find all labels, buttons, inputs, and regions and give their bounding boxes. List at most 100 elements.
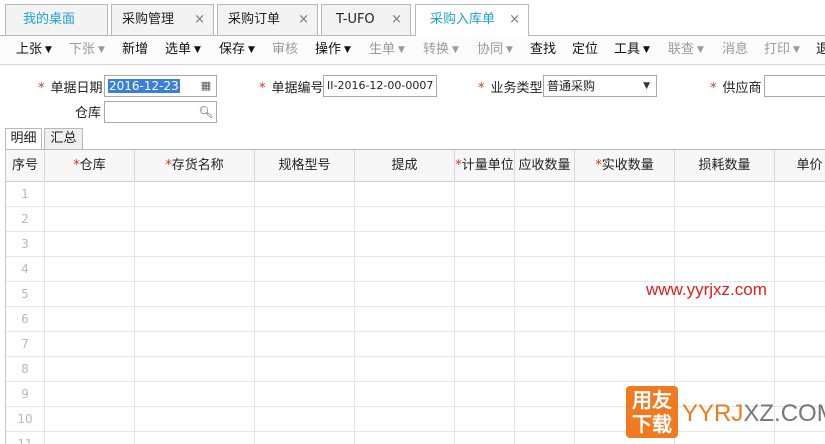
exit-label: 退 bbox=[816, 42, 825, 57]
collaborate-button[interactable]: 协同 ▼ bbox=[477, 36, 513, 64]
column-header-spec[interactable]: 规格型号 bbox=[255, 150, 355, 181]
number-label: * 单据编号 bbox=[259, 77, 324, 96]
number-field[interactable]: II-2016-12-00-0007 bbox=[323, 75, 437, 97]
column-header-label: 实收数量 bbox=[601, 158, 654, 173]
date-label-text: 单据日期 bbox=[50, 81, 103, 96]
close-icon[interactable]: × bbox=[391, 5, 402, 35]
column-header-seq[interactable]: 序号 bbox=[6, 150, 45, 181]
watermark-logo-line1: 用友 bbox=[632, 388, 672, 412]
tab-summary[interactable]: 汇总 bbox=[44, 128, 83, 149]
operate-button[interactable]: 操作 ▼ bbox=[315, 36, 351, 64]
table-row[interactable]: 1 bbox=[6, 182, 825, 207]
watermark-url: www.yyrjxz.com bbox=[646, 280, 767, 299]
column-header-unit[interactable]: *计量单位 bbox=[455, 150, 515, 181]
calendar-icon[interactable]: ▦ bbox=[196, 76, 216, 96]
linked-query-button[interactable]: 联查 ▼ bbox=[668, 36, 704, 64]
chevron-down-icon: ▼ bbox=[452, 45, 459, 55]
watermark-brand-b: XZ.COM bbox=[743, 400, 825, 427]
date-field[interactable]: 2016-12-23 ▦ bbox=[104, 75, 217, 97]
watermark-brand-a: YYRJ bbox=[682, 400, 744, 427]
next-label: 下张 bbox=[69, 42, 96, 57]
message-button[interactable]: 消息 bbox=[722, 36, 748, 64]
column-header-loss-qty[interactable]: 损耗数量 bbox=[675, 150, 775, 181]
prev-button[interactable]: 上张 ▼ bbox=[16, 36, 52, 64]
print-label: 打印 bbox=[764, 42, 791, 57]
print-button[interactable]: 打印 ▼ bbox=[764, 36, 800, 64]
find-button[interactable]: 查找 bbox=[530, 36, 556, 64]
row-number: 8 bbox=[21, 362, 29, 376]
save-label: 保存 bbox=[219, 42, 246, 57]
document-tab-bar: 我的桌面 采购管理 × 采购订单 × T-UFO × 采购入库单 × bbox=[0, 0, 825, 36]
table-row[interactable]: 4 bbox=[6, 257, 825, 282]
row-number: 4 bbox=[21, 262, 29, 276]
tools-button[interactable]: 工具 ▼ bbox=[614, 36, 650, 64]
close-icon[interactable]: × bbox=[509, 5, 520, 35]
operate-label: 操作 bbox=[315, 42, 342, 57]
chevron-down-icon: ▼ bbox=[506, 45, 513, 55]
audit-button[interactable]: 审核 bbox=[272, 36, 298, 64]
tab-label: T-UFO bbox=[336, 12, 375, 27]
new-button[interactable]: 新增 bbox=[122, 36, 148, 64]
column-header-received-qty[interactable]: *实收数量 bbox=[575, 150, 675, 181]
column-header-expected-qty[interactable]: 应收数量 bbox=[515, 150, 575, 181]
select-order-button[interactable]: 选单 ▼ bbox=[165, 36, 201, 64]
table-row[interactable]: 11 bbox=[6, 432, 825, 444]
table-row[interactable]: 3 bbox=[6, 232, 825, 257]
row-number: 1 bbox=[21, 187, 29, 201]
column-header-item-name[interactable]: *存货名称 bbox=[135, 150, 255, 181]
dropdown-arrow-icon[interactable]: ▼ bbox=[643, 76, 650, 96]
table-row[interactable]: 7 bbox=[6, 332, 825, 357]
linked-query-label: 联查 bbox=[668, 42, 695, 57]
toolbar: 上张 ▼ 下张 ▼ 新增 选单 ▼ 保存 ▼ 审核 操作 ▼ 生单 ▼ 转换 ▼ 协同 ▼ 查找… bbox=[0, 36, 825, 65]
tab-purchase-management[interactable]: 采购管理 × bbox=[111, 4, 214, 35]
column-header-warehouse[interactable]: *仓库 bbox=[45, 150, 135, 181]
chevron-down-icon: ▼ bbox=[98, 45, 105, 55]
tab-t-ufo[interactable]: T-UFO × bbox=[321, 4, 411, 35]
table-row[interactable]: 8 bbox=[6, 357, 825, 382]
tab-detail[interactable]: 明细 bbox=[5, 128, 42, 150]
table-row[interactable]: 2 bbox=[6, 207, 825, 232]
grid-header: 序号 *仓库 *存货名称 规格型号 提成 *计量单位 应收数量 *实收数量 损耗… bbox=[6, 150, 825, 182]
warehouse-label-text: 仓库 bbox=[75, 106, 102, 121]
chevron-down-icon: ▼ bbox=[194, 45, 201, 55]
tab-label: 我的桌面 bbox=[23, 12, 76, 27]
close-icon[interactable]: × bbox=[298, 5, 309, 35]
tab-my-desktop[interactable]: 我的桌面 bbox=[5, 4, 108, 35]
biz-type-select[interactable]: 普通采购 ▼ bbox=[543, 75, 657, 97]
required-marker: * bbox=[478, 81, 485, 96]
table-row[interactable]: 6 bbox=[6, 307, 825, 332]
biz-type-value: 普通采购 bbox=[547, 79, 596, 93]
row-number: 9 bbox=[21, 387, 29, 401]
chevron-down-icon: ▼ bbox=[697, 45, 704, 55]
tab-purchase-receipt[interactable]: 采购入库单 × bbox=[415, 4, 529, 36]
tab-purchase-order[interactable]: 采购订单 × bbox=[217, 4, 318, 35]
column-header-label: 计量单位 bbox=[461, 158, 514, 173]
biz-type-label: * 业务类型 bbox=[478, 77, 543, 96]
warehouse-field[interactable]: 🔍︎ bbox=[104, 101, 217, 123]
prev-label: 上张 bbox=[16, 42, 43, 57]
column-header-label: 仓库 bbox=[79, 158, 106, 173]
column-header-unit-price[interactable]: 单价 bbox=[775, 150, 825, 181]
search-icon[interactable]: 🔍︎ bbox=[196, 102, 216, 122]
next-button[interactable]: 下张 ▼ bbox=[69, 36, 105, 64]
date-value: 2016-12-23 bbox=[108, 79, 180, 93]
supplier-field[interactable] bbox=[764, 75, 825, 97]
locate-button[interactable]: 定位 bbox=[572, 36, 598, 64]
save-button[interactable]: 保存 ▼ bbox=[219, 36, 255, 64]
chevron-down-icon: ▼ bbox=[643, 45, 650, 55]
chevron-down-icon: ▼ bbox=[793, 45, 800, 55]
select-order-label: 选单 bbox=[165, 42, 192, 57]
tab-label: 采购订单 bbox=[228, 12, 281, 27]
required-marker: * bbox=[38, 81, 45, 96]
supplier-label: * 供应商 bbox=[710, 77, 762, 96]
convert-button[interactable]: 转换 ▼ bbox=[423, 36, 459, 64]
number-value: II-2016-12-00-0007 bbox=[327, 79, 434, 92]
close-icon[interactable]: × bbox=[194, 5, 205, 35]
generate-button[interactable]: 生单 ▼ bbox=[369, 36, 405, 64]
column-header-commission[interactable]: 提成 bbox=[355, 150, 455, 181]
biz-type-label-text: 业务类型 bbox=[490, 81, 543, 96]
column-header-label: 损耗数量 bbox=[698, 158, 751, 173]
exit-button[interactable]: 退 bbox=[816, 36, 825, 64]
chevron-down-icon: ▼ bbox=[248, 45, 255, 55]
watermark-brand: YYRJXZ.COM bbox=[682, 400, 825, 428]
